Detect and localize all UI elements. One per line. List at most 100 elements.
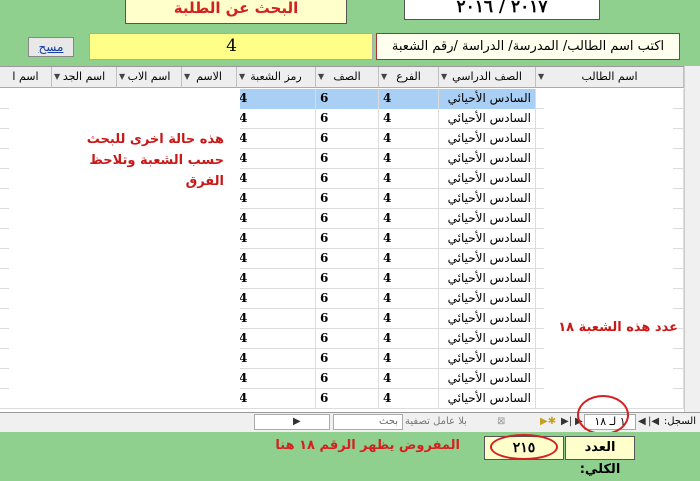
cell-branch[interactable]: 4: [379, 189, 439, 209]
cell-section-code[interactable]: 4: [237, 169, 316, 189]
column-header-branch[interactable]: ▼ الفرع: [379, 67, 439, 88]
cell-stage[interactable]: السادس الأحيائي: [439, 129, 536, 149]
cell-stage[interactable]: السادس الأحيائي: [439, 309, 536, 329]
cell-grade[interactable]: 6: [316, 309, 379, 329]
column-header-student-name[interactable]: ▼ اسم الطالب: [536, 67, 684, 88]
record-label: السجل:: [663, 416, 696, 427]
cell-grade[interactable]: 6: [316, 89, 379, 109]
cell-section-code[interactable]: 4: [237, 289, 316, 309]
cell-section-code[interactable]: 4: [237, 149, 316, 169]
column-header-name[interactable]: ▼ الاسم: [182, 67, 237, 88]
highlight-circle: [490, 434, 558, 460]
cell-branch[interactable]: 4: [379, 129, 439, 149]
cell-grade[interactable]: 6: [316, 149, 379, 169]
cell-branch[interactable]: 4: [379, 229, 439, 249]
search-instructions: اكتب اسم الطالب/ المدرسة/ الدراسة /رقم ا…: [376, 33, 680, 60]
cell-branch[interactable]: 4: [379, 289, 439, 309]
column-header-extra[interactable]: اسم ا: [0, 67, 52, 88]
cell-branch[interactable]: 4: [379, 369, 439, 389]
cell-section-code[interactable]: 4: [237, 229, 316, 249]
cell-grade[interactable]: 6: [316, 129, 379, 149]
cell-stage[interactable]: السادس الأحيائي: [439, 249, 536, 269]
cell-branch[interactable]: 4: [379, 249, 439, 269]
chevron-down-icon[interactable]: ▼: [441, 67, 447, 87]
cell-stage[interactable]: السادس الأحيائي: [439, 369, 536, 389]
clear-button[interactable]: مسح: [28, 37, 74, 57]
column-header-section-code[interactable]: ▼ رمز الشعبة: [237, 67, 316, 88]
first-record-icon[interactable]: |◀: [648, 416, 659, 427]
annotation-note: هذه حالة اخرى للبحث حسب الشعبة وتلاحظ ال…: [86, 132, 224, 189]
cell-branch[interactable]: 4: [379, 209, 439, 229]
cell-branch[interactable]: 4: [379, 389, 439, 409]
cell-stage[interactable]: السادس الأحيائي: [439, 149, 536, 169]
cell-grade[interactable]: 6: [316, 349, 379, 369]
cell-stage[interactable]: السادس الأحيائي: [439, 229, 536, 249]
grid-search-input[interactable]: بحث: [333, 414, 403, 430]
cell-section-code[interactable]: 4: [237, 129, 316, 149]
cell-section-code[interactable]: 4: [237, 349, 316, 369]
cell-stage[interactable]: السادس الأحيائي: [439, 89, 536, 109]
cell-grade[interactable]: 6: [316, 329, 379, 349]
cell-stage[interactable]: السادس الأحيائي: [439, 209, 536, 229]
cell-stage[interactable]: السادس الأحيائي: [439, 329, 536, 349]
cell-grade[interactable]: 6: [316, 389, 379, 409]
filter-status[interactable]: بلا عامل تصفية: [405, 416, 467, 427]
chevron-down-icon[interactable]: ▼: [184, 67, 190, 87]
search-input[interactable]: 4: [89, 33, 373, 60]
column-header-stage[interactable]: ▼ الصف الدراسي: [439, 67, 536, 88]
chevron-down-icon[interactable]: ▼: [318, 67, 324, 87]
horizontal-scrollbar[interactable]: [254, 414, 330, 430]
total-label: العدد الكلي:: [565, 436, 635, 477]
cell-grade[interactable]: 6: [316, 269, 379, 289]
cell-section-code[interactable]: 4: [237, 89, 316, 109]
cell-grade[interactable]: 6: [316, 189, 379, 209]
cell-branch[interactable]: 4: [379, 89, 439, 109]
column-header-grandfather-name[interactable]: ▼ اسم الجد: [52, 67, 117, 88]
filter-icon: ⊠: [497, 416, 506, 427]
chevron-down-icon[interactable]: ▼: [239, 67, 245, 87]
vertical-scrollbar[interactable]: [684, 66, 700, 412]
cell-stage[interactable]: السادس الأحيائي: [439, 289, 536, 309]
cell-grade[interactable]: 6: [316, 209, 379, 229]
cell-section-code[interactable]: 4: [237, 189, 316, 209]
annotation-count-note: عدد هذه الشعبة ١٨: [558, 320, 678, 335]
prev-record-icon[interactable]: ◀: [638, 416, 646, 427]
cell-grade[interactable]: 6: [316, 249, 379, 269]
new-record-icon[interactable]: ▶✱: [540, 416, 556, 427]
cell-section-code[interactable]: 4: [237, 249, 316, 269]
cell-section-code[interactable]: 4: [237, 209, 316, 229]
cell-grade[interactable]: 6: [316, 289, 379, 309]
cell-section-code[interactable]: 4: [237, 329, 316, 349]
cell-grade[interactable]: 6: [316, 369, 379, 389]
cell-branch[interactable]: 4: [379, 309, 439, 329]
cell-grade[interactable]: 6: [316, 229, 379, 249]
chevron-down-icon[interactable]: ▼: [538, 67, 544, 87]
chevron-down-icon[interactable]: ▼: [381, 67, 387, 87]
cell-branch[interactable]: 4: [379, 149, 439, 169]
chevron-down-icon[interactable]: ▼: [54, 67, 60, 87]
cell-section-code[interactable]: 4: [237, 309, 316, 329]
cell-section-code[interactable]: 4: [237, 109, 316, 129]
cell-stage[interactable]: السادس الأحيائي: [439, 189, 536, 209]
cell-branch[interactable]: 4: [379, 169, 439, 189]
column-header-father-name[interactable]: ▼ اسم الاب: [117, 67, 182, 88]
cell-grade[interactable]: 6: [316, 169, 379, 189]
last-record-icon[interactable]: ▶|: [561, 416, 572, 427]
cell-stage[interactable]: السادس الأحيائي: [439, 109, 536, 129]
cover-box: [544, 89, 673, 408]
cell-stage[interactable]: السادس الأحيائي: [439, 349, 536, 369]
cell-stage[interactable]: السادس الأحيائي: [439, 269, 536, 289]
cell-section-code[interactable]: 4: [237, 269, 316, 289]
chevron-down-icon[interactable]: ▼: [119, 67, 125, 87]
cell-section-code[interactable]: 4: [237, 369, 316, 389]
cell-branch[interactable]: 4: [379, 349, 439, 369]
cell-grade[interactable]: 6: [316, 109, 379, 129]
column-header-grade[interactable]: ▼ الصف: [316, 67, 379, 88]
scroll-right-icon[interactable]: ▶: [293, 416, 301, 427]
cell-branch[interactable]: 4: [379, 269, 439, 289]
cell-stage[interactable]: السادس الأحيائي: [439, 169, 536, 189]
cell-stage[interactable]: السادس الأحيائي: [439, 389, 536, 409]
cell-branch[interactable]: 4: [379, 109, 439, 129]
cell-branch[interactable]: 4: [379, 329, 439, 349]
cell-section-code[interactable]: 4: [237, 389, 316, 409]
